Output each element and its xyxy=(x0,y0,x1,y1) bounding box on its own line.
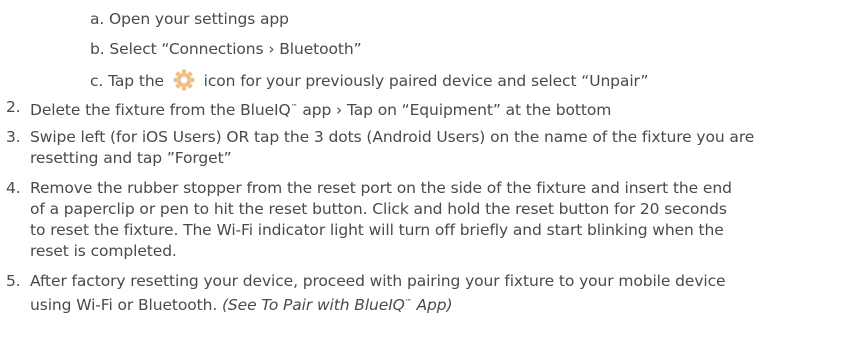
step-text-line: of a paperclip or pen to hit the reset b… xyxy=(30,200,727,218)
step-text-segment: app › Tap on “Equipment” at the bottom xyxy=(297,101,612,119)
instructions-document: a. Open your settings app b. Select “Con… xyxy=(0,0,868,341)
trademark-symbol: ™ xyxy=(290,103,298,111)
cross-reference-text: App) xyxy=(411,296,453,314)
step-text-line: After factory resetting your device, pro… xyxy=(30,272,726,290)
step-text-line: Delete the fixture from the BlueIQ™ app … xyxy=(30,97,611,120)
cross-reference-text: (See To Pair with BlueIQ xyxy=(221,296,405,314)
substep-a: a. Open your settings app xyxy=(90,10,289,28)
step-number: 4. xyxy=(6,179,21,197)
substep-b: b. Select “Connections › Bluetooth” xyxy=(90,40,362,58)
step-number: 2. xyxy=(6,98,21,116)
step-number: 5. xyxy=(6,272,21,290)
step-number: 3. xyxy=(6,128,21,146)
step-text-line: using Wi-Fi or Bluetooth. (See To Pair w… xyxy=(30,292,453,315)
trademark-symbol: ™ xyxy=(404,298,412,306)
step-text-line: Remove the rubber stopper from the reset… xyxy=(30,179,732,197)
step-text-line: resetting and tap ”Forget” xyxy=(30,149,232,167)
substep-c: c. Tap the icon for your previously pair… xyxy=(90,69,648,91)
gear-icon xyxy=(173,69,195,91)
step-text-segment: Delete the fixture from the BlueIQ xyxy=(30,101,291,119)
step-text-line: to reset the fixture. The Wi-Fi indicato… xyxy=(30,221,724,239)
substep-c-text-after: icon for your previously paired device a… xyxy=(203,72,649,90)
step-text-segment: using Wi-Fi or Bluetooth. xyxy=(30,296,222,314)
step-text-line: reset is completed. xyxy=(30,242,177,260)
step-text-line: Swipe left (for iOS Users) OR tap the 3 … xyxy=(30,128,755,146)
substep-c-text-before: c. Tap the xyxy=(90,72,164,90)
